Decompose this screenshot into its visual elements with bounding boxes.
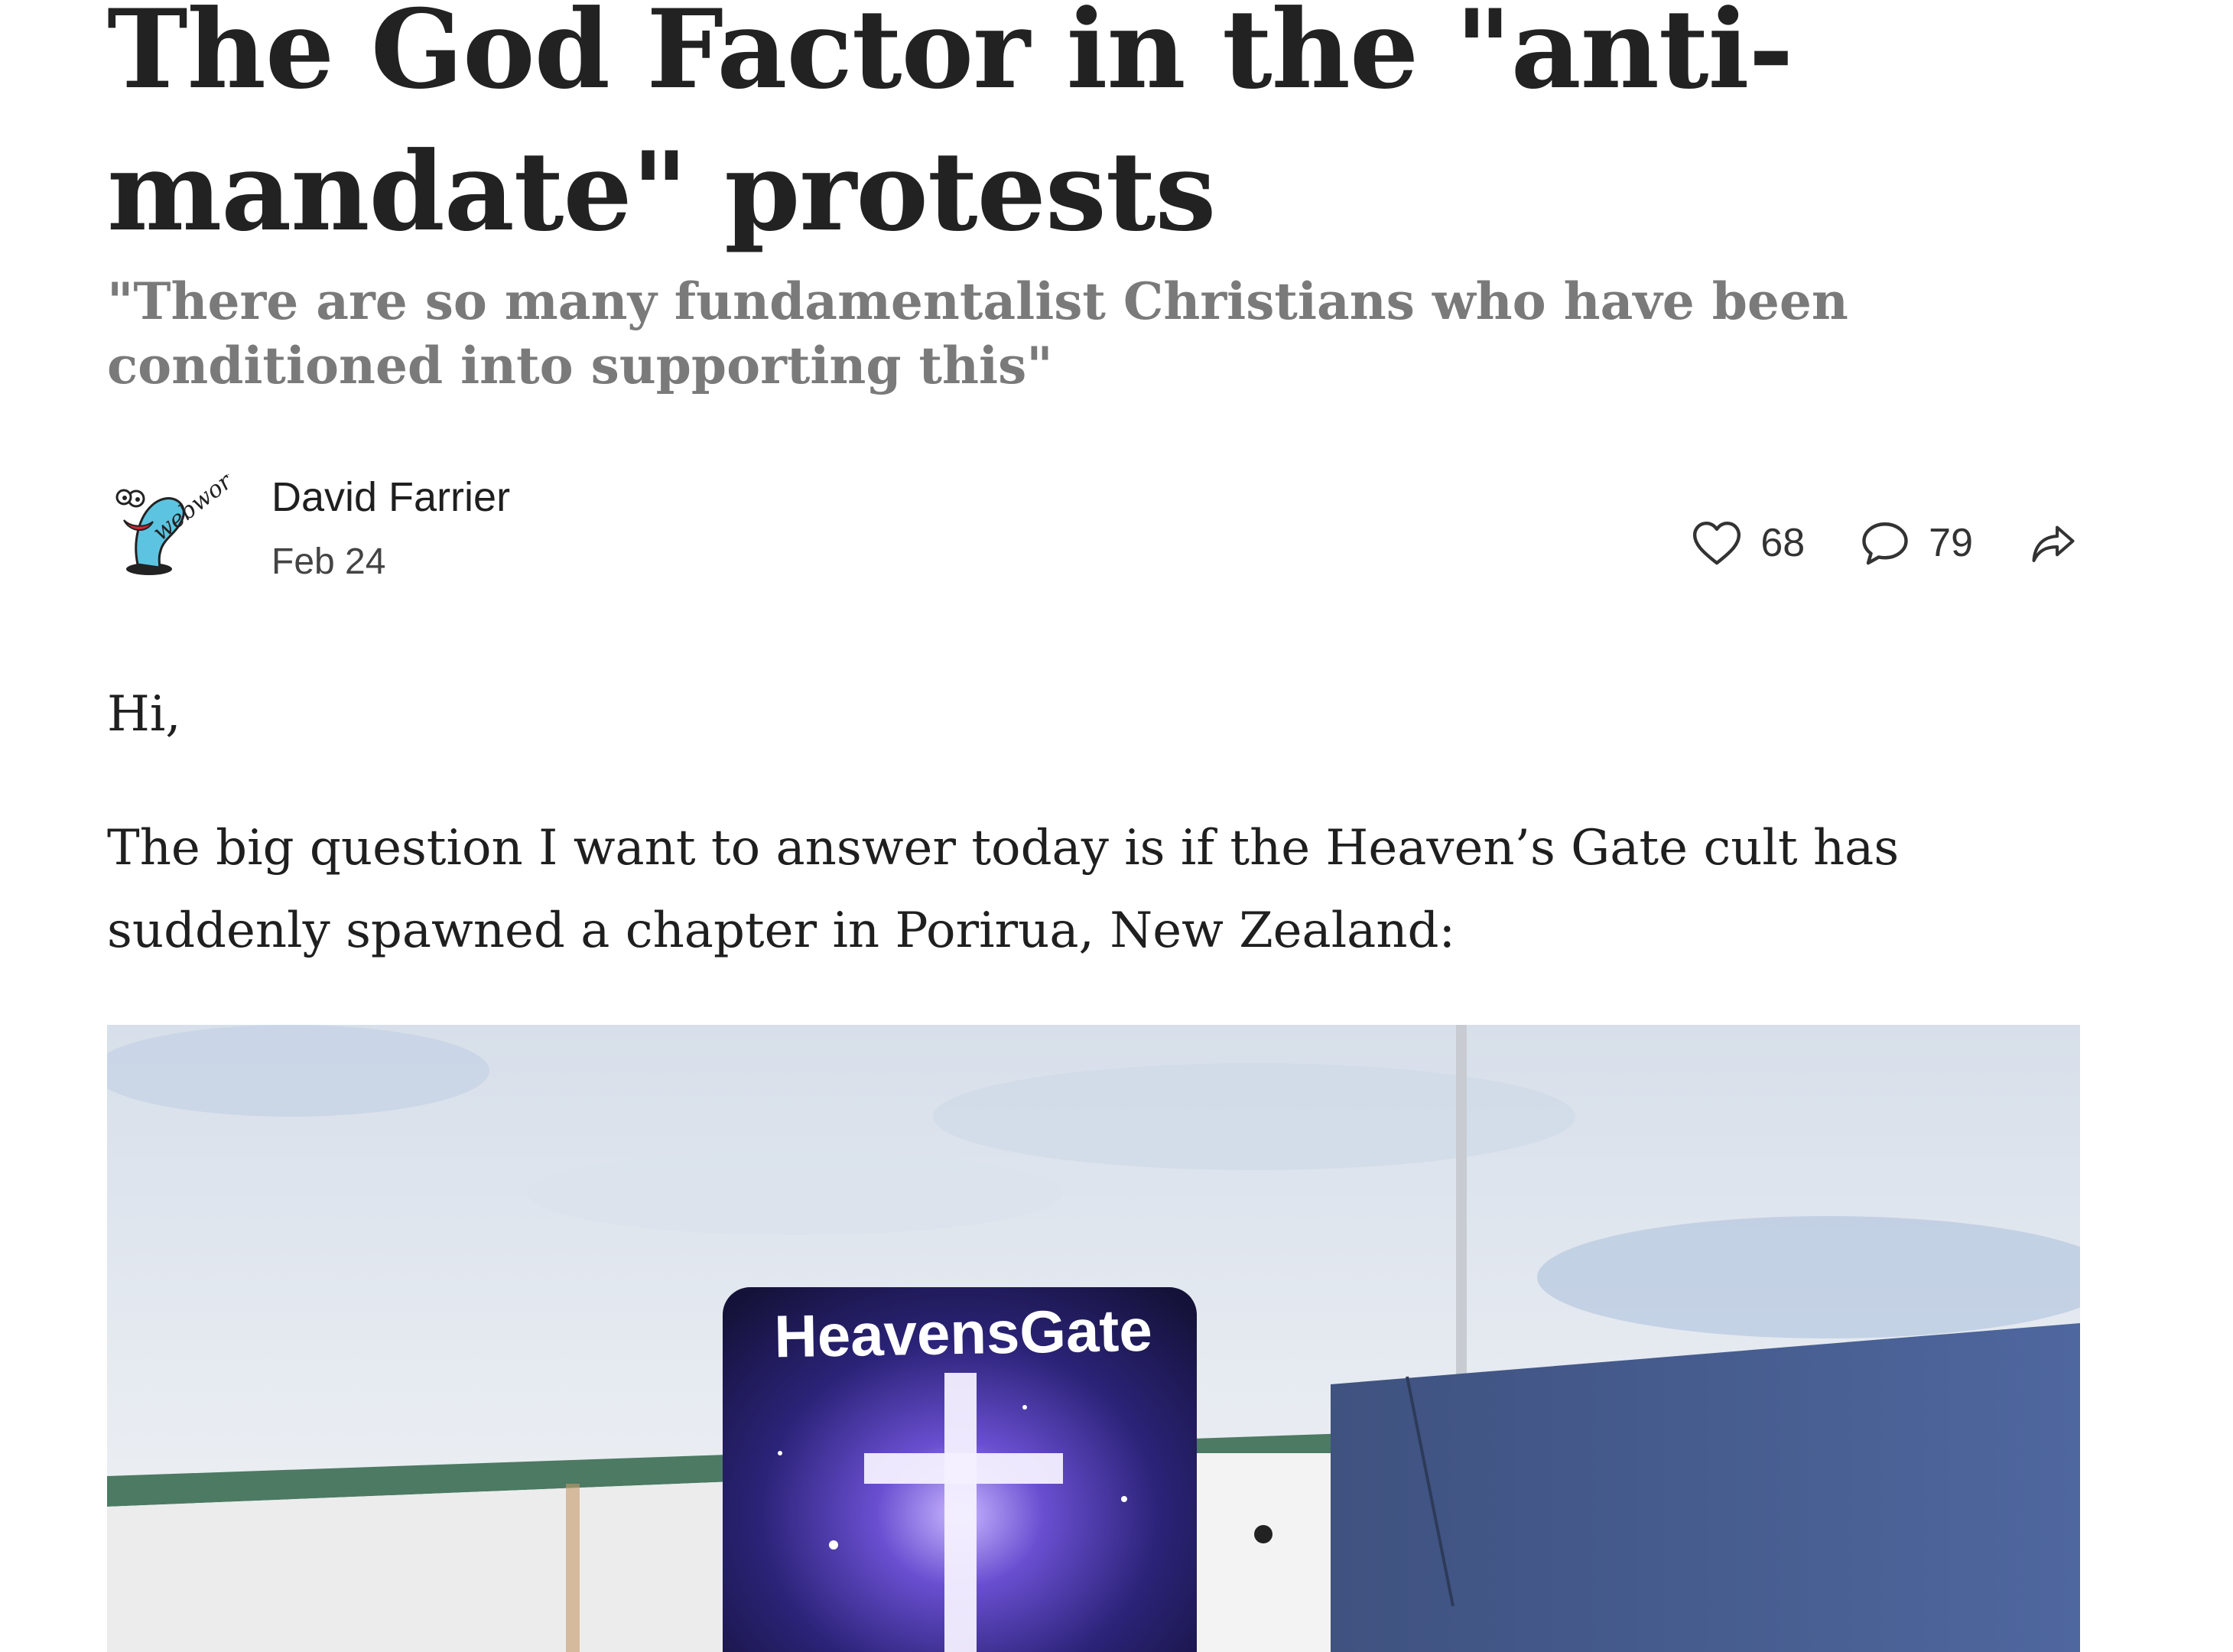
post-date: Feb 24 — [271, 541, 386, 582]
body-greeting: Hi, — [107, 686, 181, 743]
webworm-logo-icon: webworm — [115, 455, 254, 575]
comment-count: 79 — [1929, 521, 1973, 565]
heavens-gate-photo: HeavensGate — [107, 1025, 2080, 1652]
post-actions: 68 79 — [1690, 509, 2080, 577]
like-button[interactable]: 68 — [1690, 516, 1805, 570]
share-button[interactable] — [2027, 516, 2080, 570]
sign-text: HeavensGate — [774, 1296, 1153, 1371]
byline: webworm David Farrier Feb 24 68 79 — [107, 455, 2080, 597]
comment-button[interactable]: 79 — [1858, 516, 1973, 570]
post-title: The God Factor in the "anti-mandate" pro… — [107, 0, 1793, 255]
post-subtitle: "There are so many fundamentalist Christ… — [107, 272, 1848, 395]
share-arrow-icon — [2027, 516, 2080, 570]
heart-icon — [1690, 516, 1744, 570]
hero-image[interactable]: HeavensGate — [107, 1025, 2080, 1652]
body-intro: The big question I want to answer today … — [107, 820, 1900, 959]
speech-bubble-icon — [1858, 516, 1912, 570]
like-count: 68 — [1760, 521, 1806, 565]
author-name[interactable]: David Farrier — [271, 467, 510, 528]
author-avatar[interactable]: webworm — [107, 455, 254, 581]
